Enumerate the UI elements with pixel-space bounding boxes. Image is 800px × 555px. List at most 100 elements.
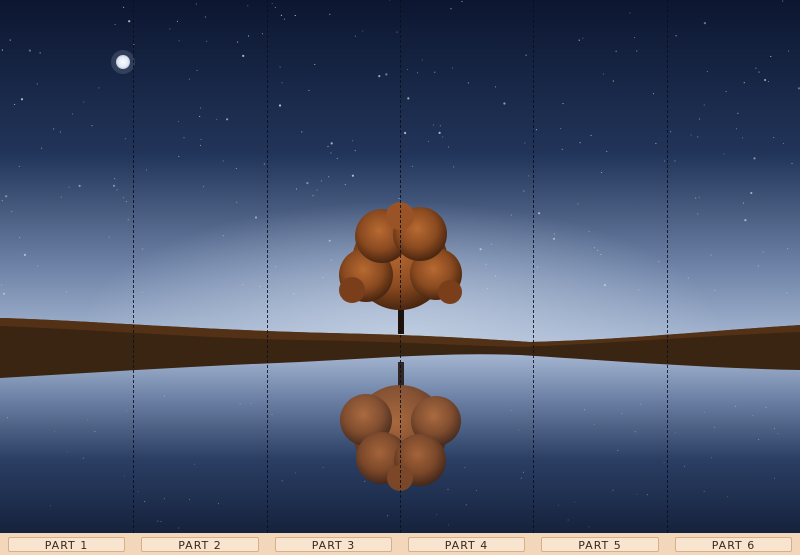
star [114, 178, 116, 180]
star [216, 118, 218, 120]
star [750, 191, 753, 195]
star [71, 113, 73, 115]
reflected-star [704, 411, 706, 413]
reflected-star [123, 475, 125, 477]
star [453, 166, 455, 168]
star [600, 253, 602, 256]
star [23, 253, 26, 256]
star [448, 146, 450, 148]
star [222, 235, 224, 237]
star [178, 155, 180, 157]
reflected-star [684, 465, 686, 467]
reflected-star [281, 480, 283, 482]
star [114, 23, 116, 26]
star [404, 131, 407, 135]
star [764, 78, 767, 82]
star [578, 39, 580, 41]
star [19, 236, 21, 239]
star [178, 40, 180, 42]
star [432, 124, 434, 126]
star [242, 54, 245, 58]
reflected-star [50, 505, 52, 507]
star [235, 167, 237, 169]
reflected-star [583, 409, 585, 411]
star [247, 35, 250, 37]
star [782, 142, 785, 144]
star [280, 14, 282, 16]
star [60, 196, 62, 198]
star [757, 265, 759, 267]
star [351, 174, 354, 177]
star [528, 175, 530, 177]
star [141, 291, 143, 293]
star [145, 169, 148, 171]
reflected-star [322, 467, 324, 469]
star [577, 203, 579, 205]
star [427, 140, 430, 142]
star [786, 292, 788, 294]
reflected-star [640, 403, 642, 405]
star [20, 98, 24, 101]
star [767, 81, 770, 83]
star [83, 101, 85, 103]
star [294, 14, 296, 17]
star [407, 97, 410, 100]
reflected-star [735, 405, 737, 407]
part-3-label: PART 3 [275, 537, 392, 552]
star [697, 213, 699, 215]
star [254, 216, 258, 219]
star [439, 125, 441, 127]
star [199, 144, 202, 146]
star [753, 157, 756, 160]
star [742, 202, 745, 204]
reflected-star [674, 432, 676, 434]
star [698, 118, 701, 120]
star [122, 197, 124, 199]
star [301, 131, 303, 133]
reflected-star [518, 429, 520, 431]
star [281, 82, 283, 84]
star [535, 129, 537, 131]
star [316, 189, 318, 191]
star [271, 2, 273, 5]
star [0, 284, 3, 286]
star [39, 52, 41, 54]
star [737, 112, 739, 114]
reflected-star [447, 524, 449, 526]
star [782, 0, 784, 2]
star [328, 239, 331, 242]
star [314, 63, 316, 66]
reflected-star [588, 526, 590, 528]
star [295, 188, 298, 190]
star [552, 237, 556, 240]
reflected-star [193, 463, 195, 465]
reflected-star [758, 439, 760, 440]
star [322, 276, 324, 278]
star [396, 31, 398, 33]
star [603, 284, 607, 287]
star [123, 6, 125, 8]
star [329, 13, 331, 15]
star [237, 41, 239, 43]
star [28, 49, 31, 52]
star [703, 104, 705, 106]
star [385, 73, 388, 76]
reflected-star [250, 402, 252, 404]
star [354, 35, 356, 37]
star [169, 28, 171, 30]
star [562, 103, 564, 105]
star [510, 214, 512, 216]
star [68, 186, 70, 188]
star [128, 20, 131, 23]
star [494, 86, 497, 88]
reflected-star [522, 471, 524, 473]
star [283, 18, 286, 20]
star [275, 265, 277, 268]
star [200, 138, 202, 141]
star [178, 120, 180, 123]
star [744, 219, 747, 222]
star [450, 8, 452, 10]
star [479, 248, 482, 251]
star [714, 289, 716, 291]
reflected-star [774, 428, 776, 430]
